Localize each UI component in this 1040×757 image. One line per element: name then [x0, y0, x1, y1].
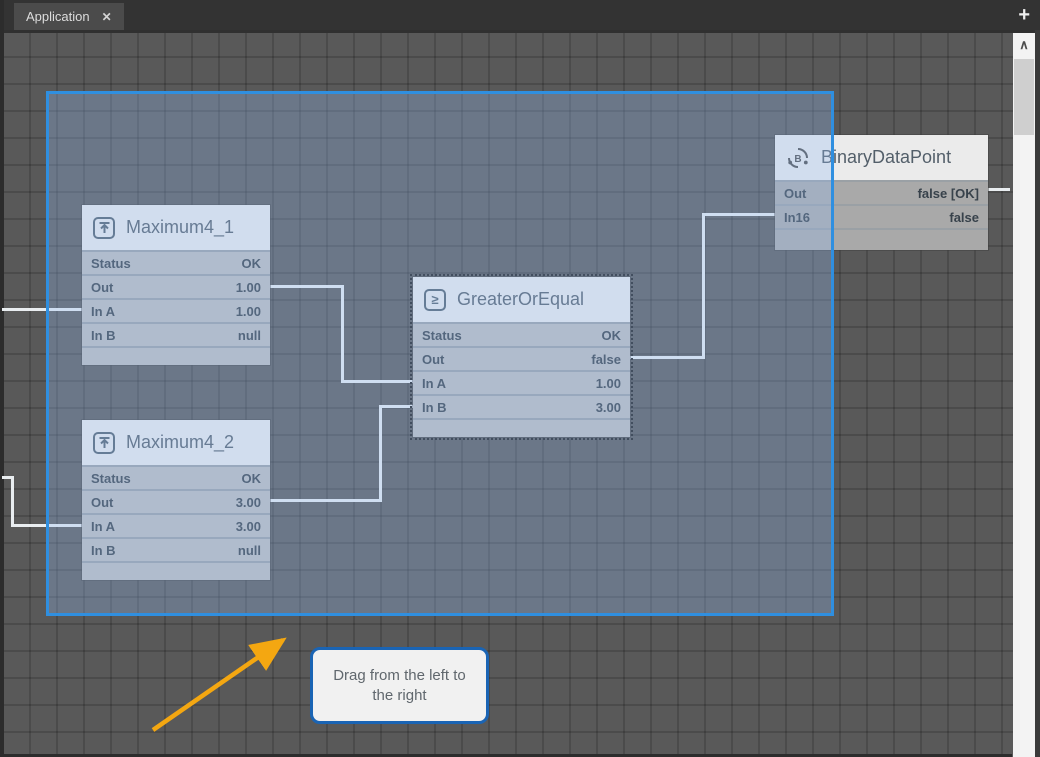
- add-tab-button[interactable]: +: [1018, 3, 1030, 27]
- wire-binarydatapoint-out-to-right[interactable]: [988, 188, 1010, 191]
- selection-marquee: [46, 91, 834, 616]
- vertical-scrollbar[interactable]: ∧: [1013, 33, 1035, 757]
- tab-bar: Application ✕ +: [0, 0, 1040, 30]
- scroll-up-icon[interactable]: ∧: [1013, 33, 1035, 57]
- tab-label: Application: [26, 9, 90, 24]
- block-title: BinaryDataPoint: [821, 147, 951, 168]
- tab-application[interactable]: Application ✕: [14, 3, 124, 30]
- scrollbar-thumb[interactable]: [1014, 59, 1034, 135]
- drag-hint-tooltip: Drag from the left to the right: [310, 647, 489, 724]
- tooltip-text: Drag from the left to the right: [327, 666, 472, 705]
- canvas-left-edge: [0, 0, 4, 757]
- application-window: Application ✕ + Maximum4_1: [0, 0, 1040, 757]
- wire-left-to-maximum4-2-ina[interactable]: [11, 476, 14, 527]
- canvas-top-edge: [0, 30, 1040, 33]
- window-right-edge: [1035, 30, 1040, 757]
- close-icon[interactable]: ✕: [102, 10, 112, 24]
- drag-hint-arrow: [145, 625, 303, 740]
